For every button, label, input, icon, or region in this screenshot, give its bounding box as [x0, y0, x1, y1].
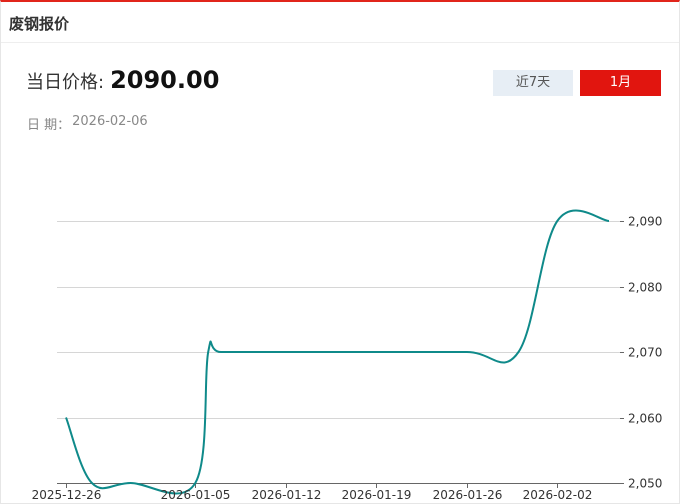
x-tick-label: 2026-01-05	[161, 488, 231, 502]
y-tick-label: 2,090	[628, 215, 662, 229]
x-tick-label: 2025-12-26	[32, 488, 102, 502]
y-tick-label: 2,080	[628, 281, 662, 295]
x-tick-label: 2026-02-02	[523, 488, 593, 502]
x-tick-label: 2026-01-26	[433, 488, 503, 502]
price-line-chart: 2,050 2,060 2,070 2,080 2,090 2025-12-26 2026-…	[32, 209, 662, 502]
y-tick-label: 2,070	[628, 346, 662, 360]
y-tick-label: 2,060	[628, 412, 662, 426]
x-tick-label: 2026-01-19	[342, 488, 412, 502]
y-tick-label: 2,050	[628, 477, 662, 491]
x-tick-label: 2026-01-12	[252, 488, 322, 502]
